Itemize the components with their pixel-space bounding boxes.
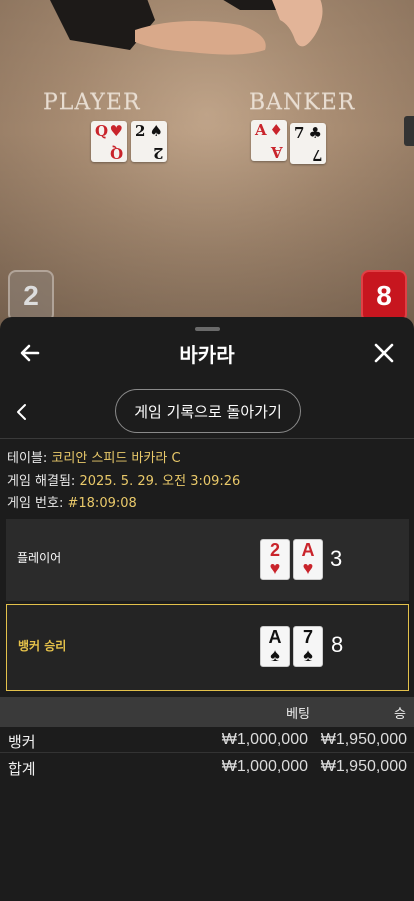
card-shoe xyxy=(404,116,414,146)
bets-table-header: 베팅 승 xyxy=(0,697,414,727)
page-title: 바카라 xyxy=(179,343,235,367)
table-banker-text: BANKER xyxy=(249,90,356,115)
player-label: 플레이어 xyxy=(17,551,62,565)
table-info: 테이블: 코리안 스피드 바카라 C xyxy=(7,451,181,466)
close-icon[interactable] xyxy=(374,343,394,363)
table-card-player-2: 2 ♠ 2 xyxy=(131,121,167,162)
back-to-history-button[interactable]: 게임 기록으로 돌아가기 xyxy=(115,389,301,433)
live-video: PLAYER BANKER Q ♥ Q 2 ♠ 2 A ♦ A 7 ♣ 7 2 … xyxy=(0,0,414,330)
game-number-info: 게임 번호: #18:09:08 xyxy=(7,496,137,511)
win-column-header: 승 xyxy=(394,707,406,722)
game-history-sheet: 바카라 게임 기록으로 돌아가기 테이블: 코리안 스피드 바카라 C 게임 해… xyxy=(0,317,414,901)
banker-score-badge: 8 xyxy=(361,270,407,322)
player-result-row: 플레이어 2 ♥ A ♥ 3 xyxy=(6,519,409,601)
dealer-hands-image xyxy=(50,0,323,55)
table-player-text: PLAYER xyxy=(43,90,141,115)
table-card-banker-2: 7 ♣ 7 xyxy=(290,123,326,164)
player-card-1: 2 ♥ xyxy=(260,539,290,580)
drag-handle[interactable] xyxy=(195,327,220,331)
table-card-banker-1: A ♦ A xyxy=(251,120,287,161)
chevron-left-icon[interactable] xyxy=(14,402,30,422)
bet-column-header: 베팅 xyxy=(286,707,310,722)
banker-total: 8 xyxy=(331,632,344,657)
total-row: 합계 ₩1,000,000 ₩1,950,000 xyxy=(8,758,407,778)
player-card-2: A ♥ xyxy=(293,539,323,580)
divider xyxy=(0,438,414,439)
banker-result-row: 뱅커 승리 A ♠ 7 ♠ 8 xyxy=(6,604,409,691)
banker-win-label: 뱅커 승리 xyxy=(18,639,67,653)
banker-card-1: A ♠ xyxy=(260,626,290,667)
player-total: 3 xyxy=(330,546,343,571)
resolved-info: 게임 해결됨: 2025. 5. 29. 오전 3:09:26 xyxy=(7,474,241,489)
banker-card-2: 7 ♠ xyxy=(293,626,323,667)
table-card-player-1: Q ♥ Q xyxy=(91,121,127,162)
table-row: 뱅커 ₩1,000,000 ₩1,950,000 xyxy=(0,727,414,753)
player-score-badge: 2 xyxy=(8,270,54,322)
